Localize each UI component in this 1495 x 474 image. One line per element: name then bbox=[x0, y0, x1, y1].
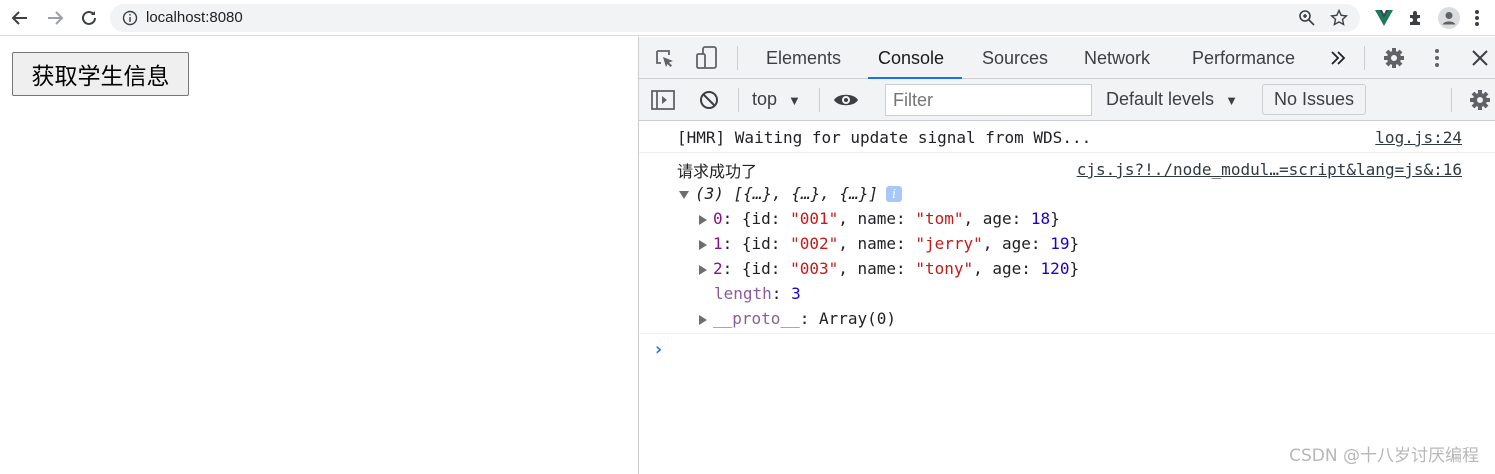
vue-devtools-icon[interactable] bbox=[1373, 7, 1395, 29]
more-tabs-icon[interactable] bbox=[1327, 47, 1349, 69]
separator bbox=[1451, 88, 1452, 112]
address-bar[interactable]: localhost:8080 bbox=[110, 4, 1360, 32]
back-button[interactable] bbox=[8, 6, 32, 30]
arrow-left-icon bbox=[11, 11, 27, 25]
levels-label: Default levels bbox=[1106, 89, 1215, 109]
proto-value: Array(0) bbox=[818, 309, 897, 328]
arrow-right-icon bbox=[48, 11, 64, 25]
item-index: 2 bbox=[713, 259, 723, 278]
console-message-text: [HMR] Waiting for update signal from WDS… bbox=[677, 128, 1092, 147]
length-value: 3 bbox=[791, 284, 801, 303]
array-item-row[interactable]: 0: {id: "001", name: "tom", age: 18} bbox=[699, 209, 1060, 228]
expand-arrow-icon[interactable] bbox=[699, 314, 707, 325]
tab-console[interactable]: Console bbox=[867, 37, 963, 79]
devtools-panel: Elements Console Sources Network Perform… bbox=[638, 37, 1495, 474]
clear-console-icon[interactable] bbox=[698, 89, 720, 111]
sidebar-toggle-icon[interactable] bbox=[651, 89, 675, 111]
reload-button[interactable] bbox=[77, 6, 101, 30]
live-expression-eye-icon[interactable] bbox=[832, 89, 860, 111]
array-summary-row[interactable]: (3) [{…}, {…}, {…}] i bbox=[679, 184, 903, 203]
tab-sources[interactable]: Sources bbox=[982, 37, 1048, 79]
customize-menu-icon[interactable] bbox=[1427, 47, 1447, 69]
item-age: 19 bbox=[1050, 234, 1070, 253]
zoom-icon[interactable] bbox=[1298, 9, 1316, 27]
info-badge-icon[interactable]: i bbox=[886, 186, 903, 202]
item-age: 120 bbox=[1040, 259, 1070, 278]
tab-performance[interactable]: Performance bbox=[1192, 37, 1295, 79]
array-summary: (3) [{…}, {…}, {…}] bbox=[695, 184, 879, 203]
item-name: "jerry" bbox=[915, 234, 983, 253]
filter-input[interactable] bbox=[885, 84, 1092, 116]
item-id: "003" bbox=[790, 259, 839, 278]
expand-arrow-icon[interactable] bbox=[699, 264, 707, 275]
item-name: "tony" bbox=[915, 259, 974, 278]
extensions-icon[interactable] bbox=[1405, 7, 1427, 29]
caret-down-icon: ▼ bbox=[788, 93, 801, 108]
source-link[interactable]: log.js:24 bbox=[1375, 128, 1462, 147]
context-selector[interactable]: top ▼ bbox=[752, 89, 801, 110]
separator bbox=[737, 46, 738, 70]
caret-down-icon: ▼ bbox=[1225, 93, 1238, 108]
separator bbox=[819, 88, 820, 112]
url-text[interactable]: localhost:8080 bbox=[146, 9, 243, 26]
item-age: 18 bbox=[1030, 209, 1051, 228]
proto-row[interactable]: __proto__: Array(0) bbox=[699, 309, 896, 328]
watermark: CSDN @十八岁讨厌编程 bbox=[1289, 446, 1479, 466]
separator bbox=[738, 88, 739, 112]
menu-icon[interactable] bbox=[1466, 7, 1488, 29]
browser-toolbar: localhost:8080 bbox=[0, 0, 1495, 36]
tab-network[interactable]: Network bbox=[1084, 37, 1150, 79]
divider bbox=[639, 333, 1495, 334]
profile-avatar-icon[interactable] bbox=[1438, 7, 1460, 29]
proto-key: __proto__ bbox=[713, 309, 800, 328]
devtools-tab-bar: Elements Console Sources Network Perform… bbox=[639, 37, 1495, 79]
page-viewport: 获取学生信息 bbox=[0, 37, 638, 474]
source-link[interactable]: cjs.js?!./node_modul…=script&lang=js&:16 bbox=[1077, 160, 1462, 179]
tab-elements[interactable]: Elements bbox=[766, 37, 841, 79]
context-label: top bbox=[752, 89, 778, 109]
console-settings-gear-icon[interactable] bbox=[1468, 88, 1492, 112]
divider bbox=[639, 152, 1495, 153]
log-levels-dropdown[interactable]: Default levels ▼ bbox=[1106, 89, 1238, 110]
item-name: "tom" bbox=[915, 209, 964, 228]
console-prompt-icon[interactable]: › bbox=[653, 339, 664, 360]
device-toolbar-icon[interactable] bbox=[694, 45, 720, 71]
array-item-row[interactable]: 2: {id: "003", name: "tony", age: 120} bbox=[699, 259, 1079, 278]
info-icon[interactable] bbox=[122, 10, 138, 26]
console-toolbar: top ▼ Default levels ▼ No Issues bbox=[639, 79, 1495, 121]
item-id: "001" bbox=[790, 209, 839, 228]
expand-arrow-icon[interactable] bbox=[679, 190, 689, 199]
expand-arrow-icon[interactable] bbox=[699, 239, 707, 250]
settings-gear-icon[interactable] bbox=[1382, 46, 1406, 70]
reload-icon bbox=[82, 10, 96, 25]
array-length-row: length: 3 bbox=[714, 284, 801, 303]
console-message-text: 请求成功了 bbox=[677, 162, 758, 181]
star-icon[interactable] bbox=[1330, 9, 1348, 27]
array-item-row[interactable]: 1: {id: "002", name: "jerry", age: 19} bbox=[699, 234, 1079, 253]
item-index: 1 bbox=[713, 234, 723, 253]
close-icon[interactable] bbox=[1469, 47, 1491, 69]
length-key: length bbox=[714, 284, 772, 303]
item-id: "002" bbox=[790, 234, 839, 253]
item-index: 0 bbox=[713, 209, 723, 228]
forward-button[interactable] bbox=[43, 6, 67, 30]
inspect-element-icon[interactable] bbox=[653, 47, 677, 71]
separator bbox=[1364, 46, 1365, 70]
expand-arrow-icon[interactable] bbox=[699, 214, 707, 225]
get-student-info-button[interactable]: 获取学生信息 bbox=[12, 52, 189, 96]
issues-button[interactable]: No Issues bbox=[1262, 84, 1366, 115]
